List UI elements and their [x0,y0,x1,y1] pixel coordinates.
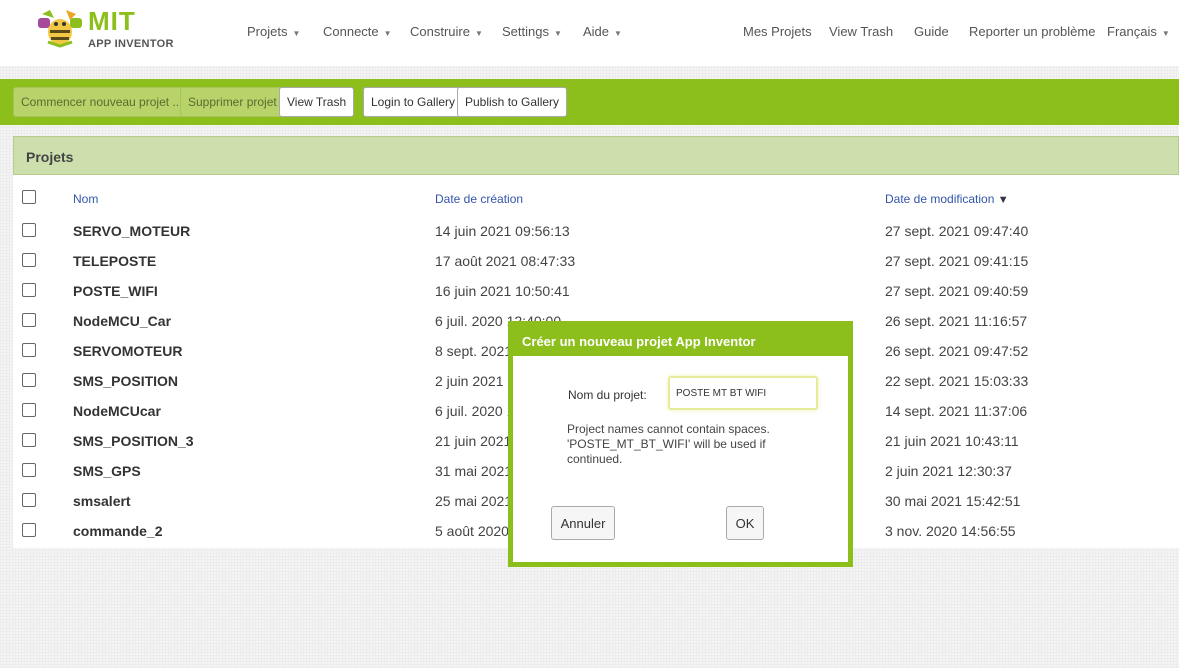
menu-projets[interactable]: Projets ▼ [247,24,300,39]
date-created: 25 mai 2021 [435,493,513,509]
message-line: 'POSTE_MT_BT_WIFI' will be used if [567,437,766,451]
date-modified: 26 sept. 2021 11:16:57 [885,313,1028,329]
date-modified: 27 sept. 2021 09:41:15 [885,253,1029,269]
menu-connecte[interactable]: Connecte ▼ [323,24,392,39]
date-created: 8 sept. 2021 [435,343,513,359]
column-created[interactable]: Date de création [435,192,523,206]
project-name[interactable]: POSTE_WIFI [73,283,158,299]
date-created: 21 juin 2021 [435,433,512,449]
message-line: Project names cannot contain spaces. [567,422,770,436]
login-gallery-button[interactable]: Login to Gallery [363,87,464,117]
date-created: 14 juin 2021 09:56:13 [435,223,570,239]
menu-construire[interactable]: Construire ▼ [410,24,483,39]
table-row[interactable]: SERVO_MOTEUR 14 juin 2021 09:56:13 27 sept… [13,220,1179,250]
sort-desc-icon: ▼ [997,194,1009,206]
caret-down-icon: ▼ [383,29,392,38]
project-name[interactable]: SERVOMOTEUR [73,343,182,359]
project-name[interactable]: NodeMCUcar [73,403,161,419]
language-menu[interactable]: Français ▼ [1107,24,1170,39]
logo-subtitle: APP INVENTOR [88,38,174,50]
row-checkbox[interactable] [22,493,36,507]
app-inventor-logo[interactable]: MIT APP INVENTOR [36,6,176,58]
row-checkbox[interactable] [22,343,36,357]
project-name[interactable]: SMS_POSITION_3 [73,433,194,449]
row-checkbox[interactable] [22,523,36,537]
menu-aide[interactable]: Aide ▼ [583,24,622,39]
view-trash-button[interactable]: View Trash [279,87,355,117]
date-modified: 22 sept. 2021 15:03:33 [885,373,1029,389]
validation-message: Project names cannot contain spaces. 'PO… [567,422,807,467]
table-row[interactable]: TELEPOSTE 17 août 2021 08:47:33 27 sept. 2… [13,250,1179,280]
row-checkbox[interactable] [22,463,36,477]
panel-title: Projets [26,149,74,165]
guide-link[interactable]: Guide [914,24,949,39]
row-checkbox[interactable] [22,253,36,267]
caret-down-icon: ▼ [1161,29,1170,38]
date-created: 17 août 2021 08:47:33 [435,253,576,269]
column-name[interactable]: Nom [73,192,98,206]
date-modified: 14 sept. 2021 11:37:06 [885,403,1028,419]
project-name[interactable]: TELEPOSTE [73,253,156,269]
row-checkbox[interactable] [22,313,36,327]
publish-gallery-button[interactable]: Publish to Gallery [457,87,568,117]
menu-settings[interactable]: Settings ▼ [502,24,562,39]
date-created: 2 juin 2021 1 [435,373,516,389]
date-created: 16 juin 2021 10:50:41 [435,283,570,299]
project-name[interactable]: smsalert [73,493,131,509]
new-project-dialog: Créer un nouveau projet App Inventor Nom… [508,321,853,567]
row-checkbox[interactable] [22,403,36,417]
project-name[interactable]: commande_2 [73,523,162,539]
top-navigation-bar: MIT APP INVENTOR Projets ▼ Connecte ▼ Cons… [0,0,1179,66]
date-created: 6 juil. 2020 1 [435,403,515,419]
project-name-input[interactable] [668,376,818,410]
mes-projets-link[interactable]: Mes Projets [743,24,812,39]
table-header-row: Nom Date de création Date de modificatio… [13,190,1179,216]
new-project-button[interactable]: Commencer nouveau projet ... [13,87,191,117]
menu-label: Settings [502,24,549,39]
menu-label: Construire [410,24,470,39]
project-name[interactable]: SERVO_MOTEUR [73,223,190,239]
date-modified: 27 sept. 2021 09:40:59 [885,283,1029,299]
ok-button[interactable]: OK [726,506,764,540]
row-checkbox[interactable] [22,433,36,447]
caret-down-icon: ▼ [614,29,622,38]
language-label: Français [1107,24,1157,39]
message-line: continued. [567,452,623,466]
project-name[interactable]: SMS_GPS [73,463,141,479]
date-modified: 21 juin 2021 10:43:11 [885,433,1019,449]
logo-title: MIT [88,6,136,36]
column-modified-label: Date de modification [885,192,995,206]
date-modified: 30 mai 2021 15:42:51 [885,493,1021,509]
table-row[interactable]: POSTE_WIFI 16 juin 2021 10:50:41 27 sept. … [13,280,1179,310]
project-name[interactable]: SMS_POSITION [73,373,178,389]
menu-label: Connecte [323,24,379,39]
date-created: 5 août 2020 [435,523,509,539]
date-modified: 26 sept. 2021 09:47:52 [885,343,1029,359]
row-checkbox[interactable] [22,283,36,297]
menu-label: Projets [247,24,288,39]
cancel-button[interactable]: Annuler [551,506,615,540]
date-modified: 27 sept. 2021 09:47:40 [885,223,1029,239]
row-checkbox[interactable] [22,373,36,387]
dialog-title: Créer un nouveau projet App Inventor [513,326,848,356]
project-name[interactable]: NodeMCU_Car [73,313,171,329]
row-checkbox[interactable] [22,223,36,237]
view-trash-link[interactable]: View Trash [829,24,893,39]
caret-down-icon: ▼ [292,29,301,38]
column-modified[interactable]: Date de modification ▼ [885,192,1009,206]
caret-down-icon: ▼ [553,29,562,38]
caret-down-icon: ▼ [474,29,483,38]
delete-project-button[interactable]: Supprimer projet [180,87,285,117]
menu-label: Aide [583,24,610,39]
date-modified: 2 juin 2021 12:30:37 [885,463,1012,479]
projects-panel-header: Projets [13,136,1179,175]
date-created: 31 mai 2021 [435,463,513,479]
date-modified: 3 nov. 2020 14:56:55 [885,523,1016,539]
bee-logo-icon [38,10,82,48]
project-toolbar: Commencer nouveau projet ... Supprimer p… [0,79,1179,125]
project-name-label: Nom du projet: [568,388,647,402]
report-problem-link[interactable]: Reporter un problème [969,24,1095,39]
select-all-checkbox[interactable] [22,190,36,204]
